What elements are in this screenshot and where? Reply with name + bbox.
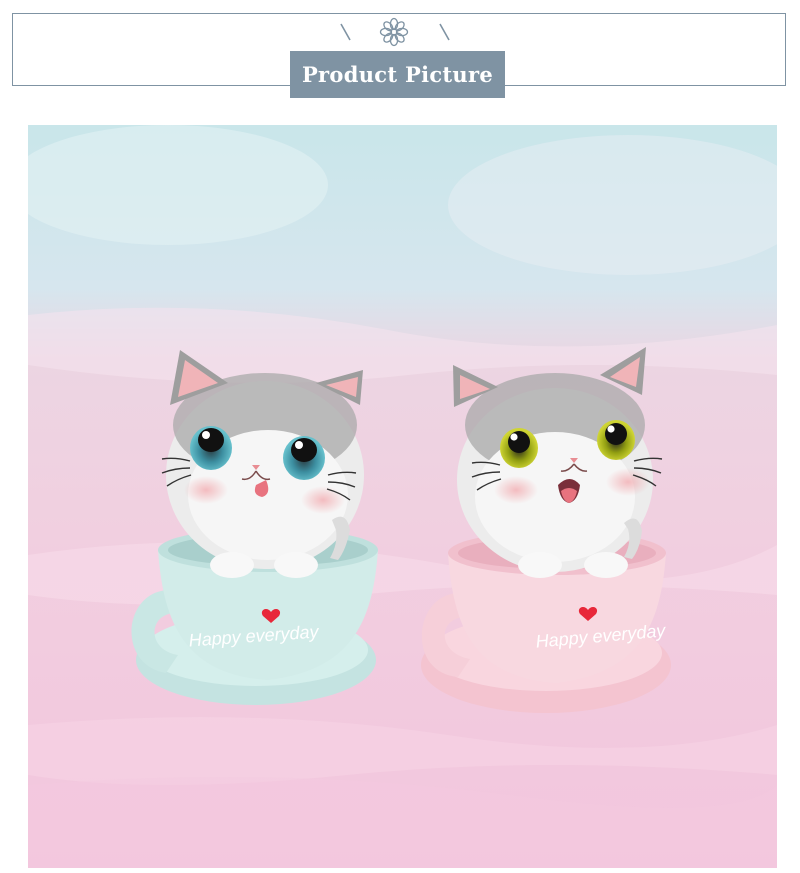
right-slash-decoration [439,23,450,41]
product-photo: Happy everyday Happy everyday [28,125,777,868]
flower-icon [379,17,409,47]
page-title: Product Picture [290,51,505,98]
left-slash-decoration [340,23,351,41]
